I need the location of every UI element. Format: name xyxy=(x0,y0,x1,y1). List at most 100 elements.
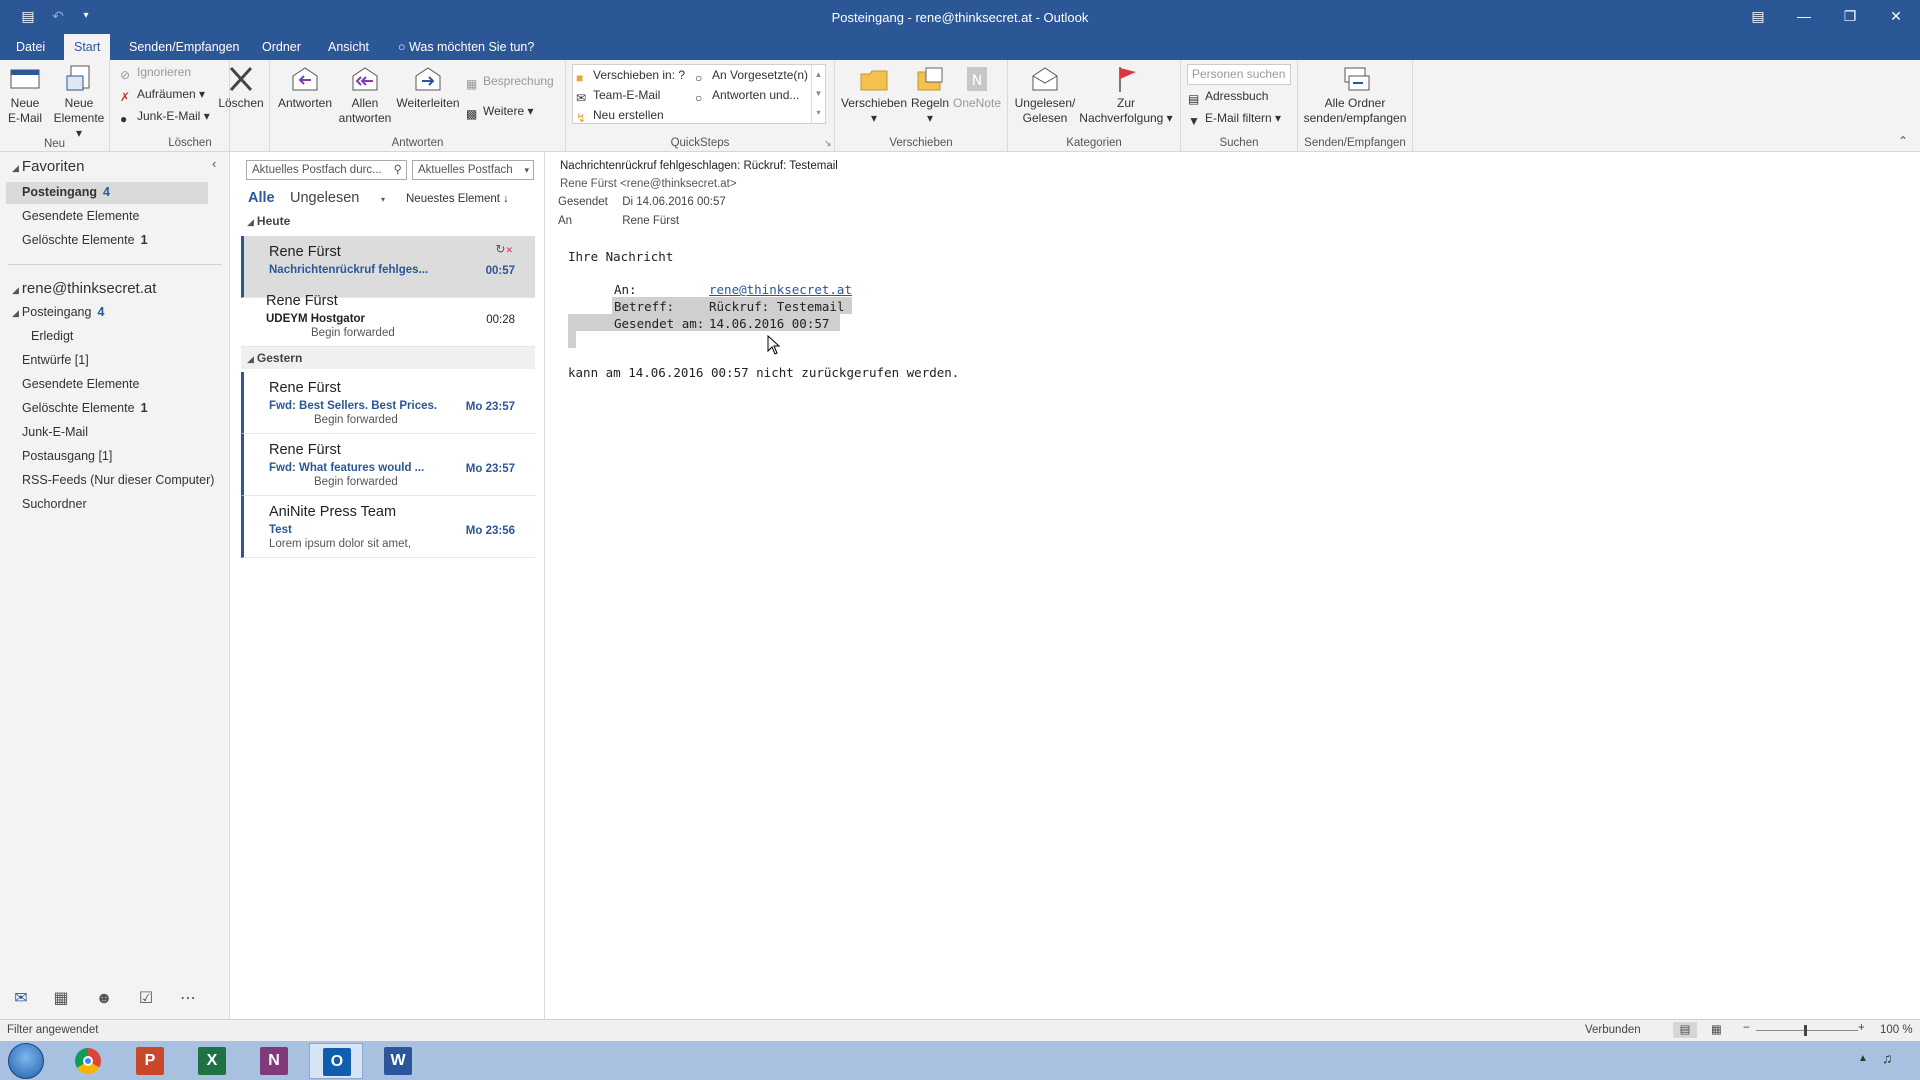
quicksteps-scrollbar[interactable]: ▲ ▼ ▾ xyxy=(811,65,825,123)
people-icon[interactable]: ☻ xyxy=(93,989,115,1009)
tab-datei[interactable]: Datei xyxy=(6,34,55,60)
list-item[interactable]: AniNite Press Team Test Mo 23:56 Lorem i… xyxy=(241,496,535,558)
zoom-slider-thumb[interactable] xyxy=(1804,1025,1807,1036)
calendar-icon[interactable]: ▦ xyxy=(50,989,72,1009)
powerpoint-button[interactable]: P xyxy=(123,1043,177,1079)
restore-icon[interactable]: ❐ xyxy=(1827,0,1873,34)
zoom-in-icon[interactable]: + xyxy=(1858,1022,1865,1034)
list-item[interactable]: Rene Fürst Fwd: What features would ... … xyxy=(241,434,535,496)
chrome-button[interactable] xyxy=(61,1043,115,1079)
word-button[interactable]: W xyxy=(371,1043,425,1079)
filter-all[interactable]: Alle xyxy=(248,190,275,206)
new-email-button[interactable]: Neue E-Mail xyxy=(4,64,46,126)
folder-postausgang[interactable]: Postausgang [1] xyxy=(22,449,112,463)
close-icon[interactable]: ✕ xyxy=(1873,0,1919,34)
tab-start[interactable]: Start xyxy=(64,34,111,60)
search-input[interactable]: Aktuelles Postfach durc... ⚲ xyxy=(246,160,407,180)
normal-view-icon[interactable]: ▤ xyxy=(1673,1022,1697,1038)
favorites-header[interactable]: ◢ Favoriten xyxy=(12,158,84,175)
account-header[interactable]: ◢ rene@thinksecret.at xyxy=(12,280,156,297)
to-value[interactable]: Rene Fürst xyxy=(622,215,679,227)
mail-icon[interactable]: ✉ xyxy=(10,989,32,1009)
volume-icon[interactable]: ♫ xyxy=(1882,1050,1893,1066)
folder-erledigt[interactable]: Erledigt xyxy=(31,329,73,343)
onenote-button[interactable]: N OneNote xyxy=(952,64,1002,111)
filter-dropdown-icon[interactable]: ▾ xyxy=(381,195,385,204)
group-label-suchen: Suchen xyxy=(1219,137,1259,149)
minimize-icon[interactable]: — xyxy=(1781,0,1827,34)
mouse-cursor-icon xyxy=(767,335,781,355)
group-header-heute[interactable]: ◢ Heute xyxy=(241,210,535,232)
filter-unread[interactable]: Ungelesen xyxy=(290,190,359,206)
send-receive-all-button[interactable]: Alle Ordner senden/empfangen xyxy=(1300,64,1410,126)
onenote-taskbar-button[interactable]: N xyxy=(247,1043,301,1079)
new-items-button[interactable]: Neue Elemente ▾ xyxy=(52,64,106,141)
rules-button[interactable]: Regeln ▾ xyxy=(908,64,952,126)
list-item[interactable]: Rene Fürst UDEYM Hostgator 00:28 Begin f… xyxy=(241,285,535,347)
tray-expand-icon[interactable]: ▲ xyxy=(1858,1053,1868,1064)
tab-ordner[interactable]: Ordner xyxy=(252,34,311,60)
ignore-button[interactable]: ⊘ Ignorieren xyxy=(120,63,191,82)
message-sender-header[interactable]: Rene Fürst <rene@thinksecret.at> xyxy=(560,178,737,190)
tell-me-box[interactable]: ○ Was möchten Sie tun? xyxy=(388,34,544,60)
quickstep-move-to[interactable]: ■ Verschieben in: ? xyxy=(576,66,685,85)
reading-view-icon[interactable]: ▦ xyxy=(1711,1022,1722,1036)
forward-button[interactable]: Weiterleiten xyxy=(395,64,461,111)
group-label-antworten: Antworten xyxy=(391,137,444,149)
start-orb-icon[interactable] xyxy=(8,1043,44,1079)
ribbon-display-icon[interactable]: ▤ xyxy=(1735,0,1781,34)
fav-posteingang[interactable]: Posteingang 4 xyxy=(22,185,110,199)
onenote-icon: N xyxy=(260,1047,288,1075)
search-people-input[interactable]: Personen suchen xyxy=(1187,64,1291,85)
folder-move-icon: ■ xyxy=(576,71,584,85)
search-scope-dropdown[interactable]: Aktuelles Postfach ▾ xyxy=(412,160,534,180)
zoom-slider[interactable] xyxy=(1756,1025,1858,1036)
quickstep-team-email[interactable]: ✉ Team-E-Mail xyxy=(576,86,660,105)
folder-rss[interactable]: RSS-Feeds (Nur dieser Computer) xyxy=(22,473,214,487)
sort-dropdown[interactable]: Neuestes Element ↓ xyxy=(406,193,509,205)
unread-read-button[interactable]: Ungelesen/ Gelesen xyxy=(1012,64,1078,126)
zoom-level[interactable]: 100 % xyxy=(1880,1024,1913,1036)
list-item[interactable]: Rene Fürst Fwd: Best Sellers. Best Price… xyxy=(241,372,535,434)
fav-gesendete[interactable]: Gesendete Elemente xyxy=(22,209,139,223)
quickstep-to-manager[interactable]: ○ An Vorgesetzte(n) xyxy=(695,66,808,85)
followup-button[interactable]: Zur Nachverfolgung ▾ xyxy=(1078,64,1174,126)
envelope-open-icon xyxy=(1032,67,1058,91)
folder-junk[interactable]: Junk-E-Mail xyxy=(22,425,88,439)
zoom-out-icon[interactable]: − xyxy=(1743,1022,1750,1034)
meeting-button[interactable]: ▦ Besprechung xyxy=(466,72,554,91)
collapse-pane-icon[interactable]: ‹ xyxy=(212,156,216,171)
tab-senden-empfangen[interactable]: Senden/Empfangen xyxy=(119,34,250,60)
reply-all-button[interactable]: Allen antworten xyxy=(337,64,393,126)
outlook-taskbar-button[interactable]: O xyxy=(309,1043,363,1079)
folder-suchordner[interactable]: Suchordner xyxy=(22,497,87,511)
excel-button[interactable]: X xyxy=(185,1043,239,1079)
meeting-icon: ▦ xyxy=(466,77,478,91)
collapse-ribbon-icon[interactable]: ⌃ xyxy=(1898,134,1908,148)
collapse-triangle-icon: ◢ xyxy=(12,308,19,318)
body-field-to-value[interactable]: rene@thinksecret.at xyxy=(709,282,852,297)
folder-entwuerfe[interactable]: Entwürfe [1] xyxy=(22,353,89,367)
fav-geloeschte[interactable]: Gelöschte Elemente 1 xyxy=(22,233,148,247)
tasks-icon[interactable]: ☑ xyxy=(135,989,157,1009)
delete-button[interactable]: Löschen xyxy=(216,64,266,111)
address-book-button[interactable]: ▤ Adressbuch xyxy=(1188,87,1268,106)
folder-gesendete[interactable]: Gesendete Elemente xyxy=(22,377,139,391)
quickstep-reply-delete[interactable]: ○ Antworten und... xyxy=(695,86,799,105)
delete-label: Löschen xyxy=(218,96,264,110)
junk-button[interactable]: ● Junk-E-Mail ▾ xyxy=(120,107,210,126)
search-icon: ⚲ xyxy=(393,164,402,176)
quickstep-create-new[interactable]: ↯ Neu erstellen xyxy=(576,106,664,125)
group-header-gestern[interactable]: ◢ Gestern xyxy=(241,347,535,369)
folder-posteingang[interactable]: ◢ Posteingang 4 xyxy=(12,305,104,319)
cleanup-button[interactable]: ✗ Aufräumen ▾ xyxy=(120,85,205,104)
message-preview: Lorem ipsum dolor sit amet, xyxy=(269,538,411,550)
folder-geloeschte[interactable]: Gelöschte Elemente 1 xyxy=(22,401,148,415)
move-button[interactable]: Verschieben ▾ xyxy=(840,64,908,126)
favorites-header-label: Favoriten xyxy=(21,158,85,175)
more-respond-button[interactable]: ▩ Weitere ▾ xyxy=(466,102,534,121)
tab-ansicht[interactable]: Ansicht xyxy=(318,34,379,60)
filter-email-button[interactable]: ▼ E-Mail filtern ▾ xyxy=(1188,109,1281,128)
more-modules-icon[interactable]: ⋯ xyxy=(177,989,199,1009)
reply-button[interactable]: Antworten xyxy=(275,64,335,111)
